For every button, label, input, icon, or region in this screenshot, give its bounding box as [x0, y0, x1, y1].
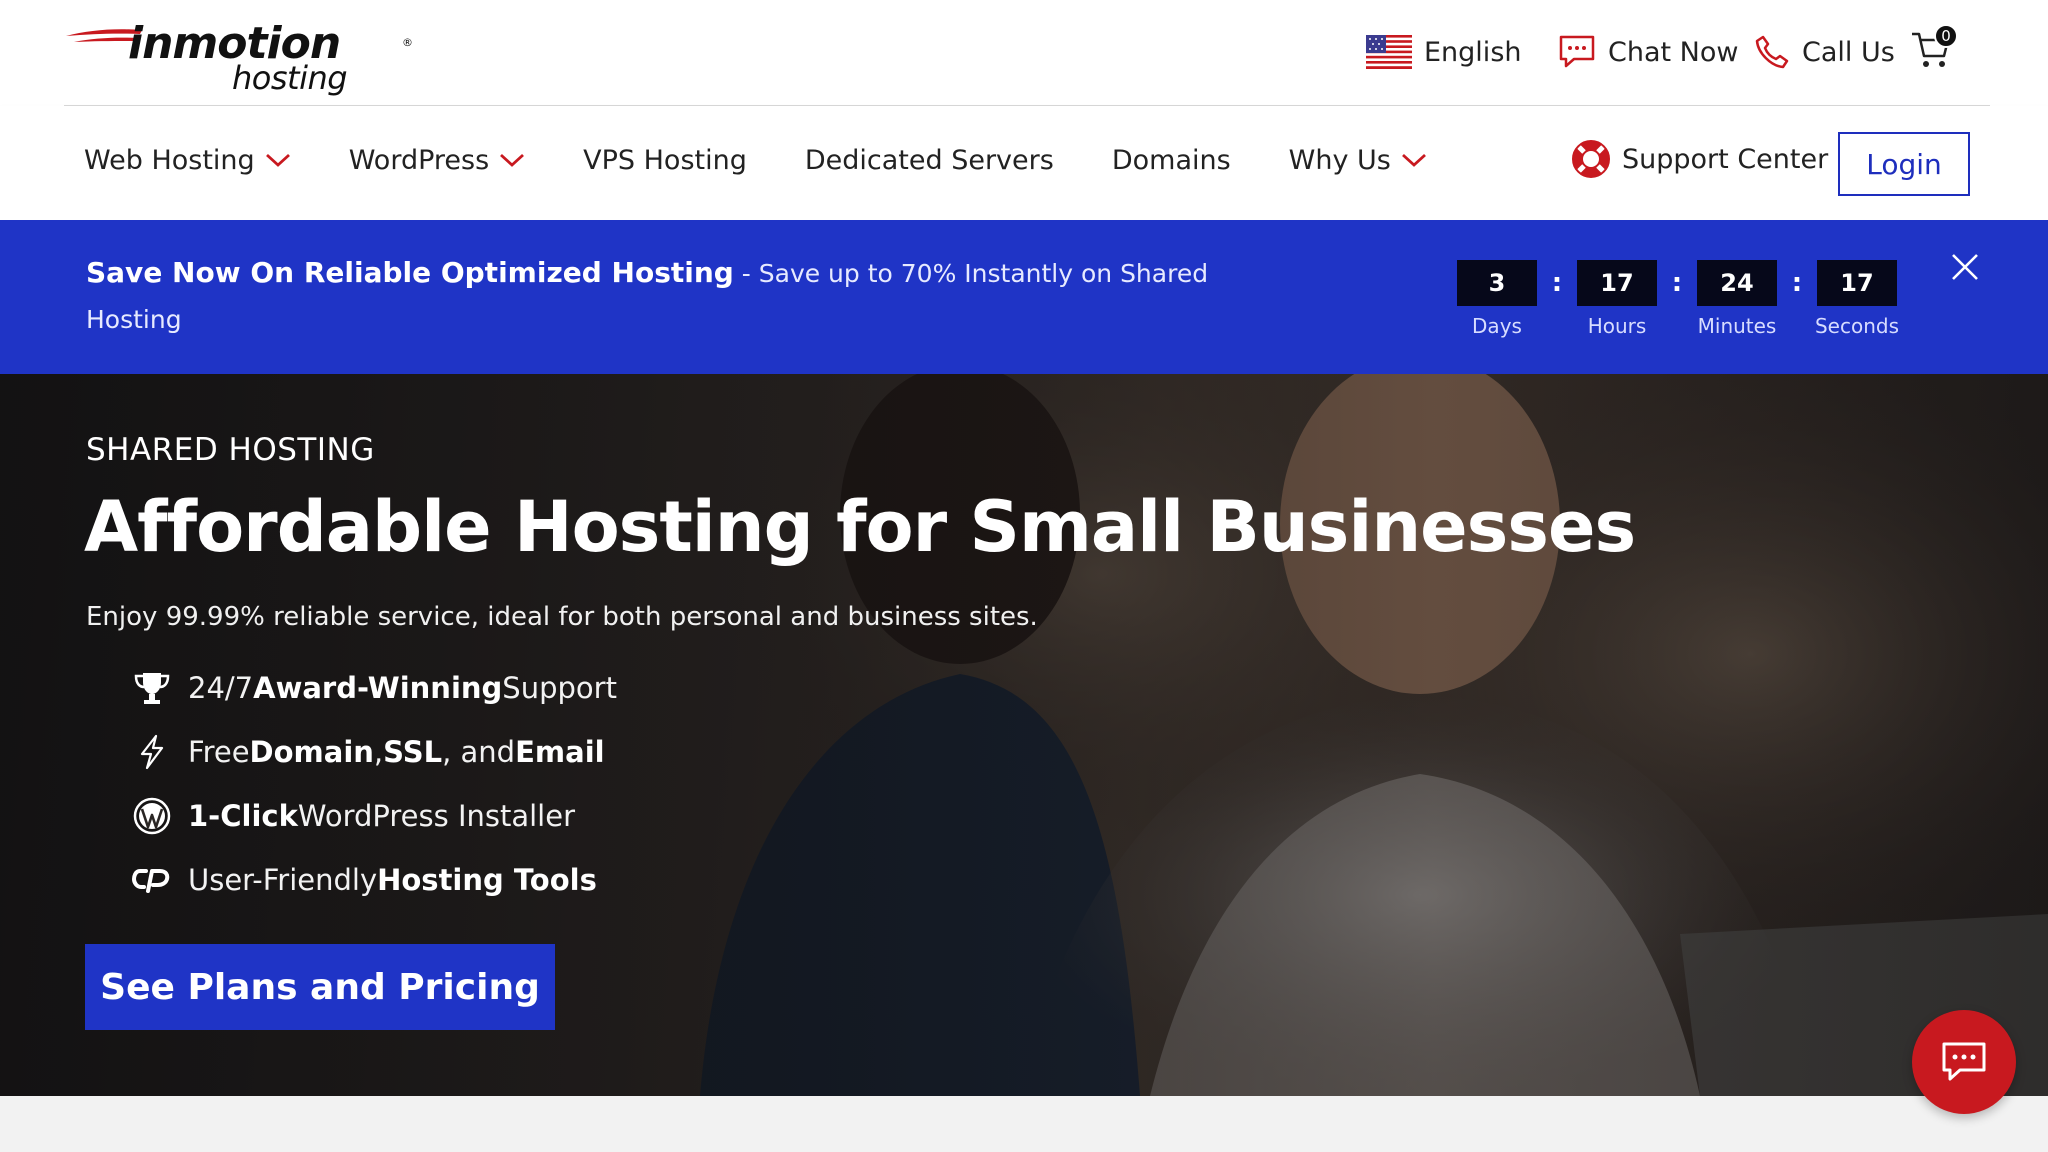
feature-text-bold: Domain	[249, 735, 374, 769]
support-center-link[interactable]: Support Center	[1570, 138, 1828, 180]
countdown-label: Days	[1472, 314, 1522, 338]
chat-now-label: Chat Now	[1608, 36, 1739, 68]
countdown-label: Minutes	[1697, 314, 1777, 338]
countdown-seconds: 17 Seconds	[1814, 260, 1900, 338]
phone-icon	[1755, 35, 1789, 69]
hero-title: Affordable Hosting for Small Businesses	[84, 486, 1636, 568]
promo-banner: Save Now On Reliable Optimized Hosting -…	[0, 220, 2048, 374]
countdown-value: 3	[1457, 260, 1537, 306]
chevron-down-icon	[1401, 153, 1426, 167]
live-chat-button[interactable]	[1912, 1010, 2016, 1114]
promo-message: Save Now On Reliable Optimized Hosting -…	[86, 250, 1226, 343]
chat-bubble-icon	[1559, 35, 1595, 68]
nav-item-domains[interactable]: Domains	[1112, 145, 1231, 176]
feature-text-bold: SSL	[383, 735, 443, 769]
nav-item-vps-hosting[interactable]: VPS Hosting	[583, 145, 747, 176]
feature-text-mid: ,	[373, 735, 384, 769]
feature-text-bold: Hosting Tools	[377, 863, 597, 897]
nav-item-label: Dedicated Servers	[804, 144, 1054, 176]
hero-subtitle: Enjoy 99.99% reliable service, ideal for…	[86, 602, 1038, 632]
nav-item-label: Why Us	[1288, 144, 1391, 176]
chat-now-link[interactable]: Chat Now	[1558, 30, 1738, 74]
promo-headline: Save Now On Reliable Optimized Hosting	[86, 256, 734, 289]
countdown-label: Hours	[1587, 314, 1647, 338]
wordpress-icon	[132, 796, 172, 836]
language-selector[interactable]: English	[1366, 30, 1522, 74]
nav-item-label: VPS Hosting	[583, 144, 747, 176]
feature-list: 24/7 Award-Winning Support Free Domain ,…	[132, 656, 617, 912]
nav-item-wordpress[interactable]: WordPress	[349, 145, 525, 176]
cpanel-icon	[132, 860, 172, 900]
countdown-timer: 3 Days : 17 Hours : 24 Minutes : 17 Seco…	[1456, 260, 1900, 338]
top-utility-bar: inmotion ® hosting English Chat Now Call…	[0, 0, 2048, 106]
feature-text-post: WordPress Installer	[297, 799, 576, 833]
countdown-value: 24	[1697, 260, 1777, 306]
nav-item-dedicated-servers[interactable]: Dedicated Servers	[805, 145, 1054, 176]
trophy-icon	[132, 668, 172, 708]
logo-subtext: hosting	[232, 59, 348, 97]
logo-registered-mark: ®	[402, 36, 413, 49]
feature-text-pre: User-Friendly	[188, 863, 378, 897]
chevron-down-icon	[500, 153, 525, 167]
countdown-hours: 17 Hours	[1576, 260, 1658, 338]
call-us-link[interactable]: Call Us	[1754, 30, 1895, 74]
countdown-minutes: 24 Minutes	[1696, 260, 1778, 338]
feature-text-bold: Award-Winning	[253, 671, 503, 705]
shopping-cart-button[interactable]: 0	[1910, 24, 1958, 74]
nav-item-label: Web Hosting	[84, 144, 255, 176]
cart-count-badge: 0	[1934, 24, 1958, 48]
feature-text-bold: 1-Click	[188, 799, 298, 833]
countdown-separator: :	[1791, 268, 1803, 298]
countdown-separator: :	[1551, 268, 1563, 298]
nav-item-web-hosting[interactable]: Web Hosting	[84, 145, 291, 176]
login-button[interactable]: Login	[1838, 132, 1970, 196]
hero-eyebrow: SHARED HOSTING	[86, 432, 375, 468]
feature-item-support: 24/7 Award-Winning Support	[132, 656, 617, 720]
feature-text-pre: 24/7	[188, 671, 254, 705]
brand-logo[interactable]: inmotion ® hosting	[64, 14, 413, 97]
chevron-down-icon	[265, 153, 290, 167]
feature-text-pre: Free	[188, 735, 250, 769]
call-us-label: Call Us	[1802, 36, 1895, 68]
nav-item-label: WordPress	[348, 144, 490, 176]
feature-text-mid: , and	[442, 735, 516, 769]
countdown-value: 17	[1817, 260, 1897, 306]
nav-item-label: Domains	[1111, 144, 1231, 176]
language-label: English	[1424, 36, 1522, 68]
lightning-icon	[132, 732, 172, 772]
promo-separator: -	[733, 259, 759, 288]
see-plans-button[interactable]: See Plans and Pricing	[85, 944, 555, 1030]
feature-item-free-domain: Free Domain , SSL , and Email	[132, 720, 617, 784]
nav-item-why-us[interactable]: Why Us	[1289, 145, 1427, 176]
close-icon[interactable]	[1950, 252, 1980, 282]
feature-item-wordpress: 1-Click WordPress Installer	[132, 784, 617, 848]
support-center-label: Support Center	[1622, 143, 1829, 175]
countdown-value: 17	[1577, 260, 1657, 306]
chat-bubble-icon	[1942, 1042, 1986, 1081]
countdown-label: Seconds	[1814, 314, 1900, 338]
feature-item-hosting-tools: User-Friendly Hosting Tools	[132, 848, 617, 912]
main-navigation: Web Hosting WordPress VPS Hosting Dedica…	[0, 106, 2048, 220]
countdown-days: 3 Days	[1456, 260, 1538, 338]
lifebuoy-icon	[1572, 140, 1610, 178]
nav-list: Web Hosting WordPress VPS Hosting Dedica…	[84, 106, 1485, 214]
feature-text-bold: Email	[515, 735, 605, 769]
countdown-separator: :	[1671, 268, 1683, 298]
feature-text-post: Support	[502, 671, 617, 705]
hero-section: SHARED HOSTING Affordable Hosting for Sm…	[0, 374, 2048, 1096]
us-flag-icon	[1366, 35, 1412, 69]
